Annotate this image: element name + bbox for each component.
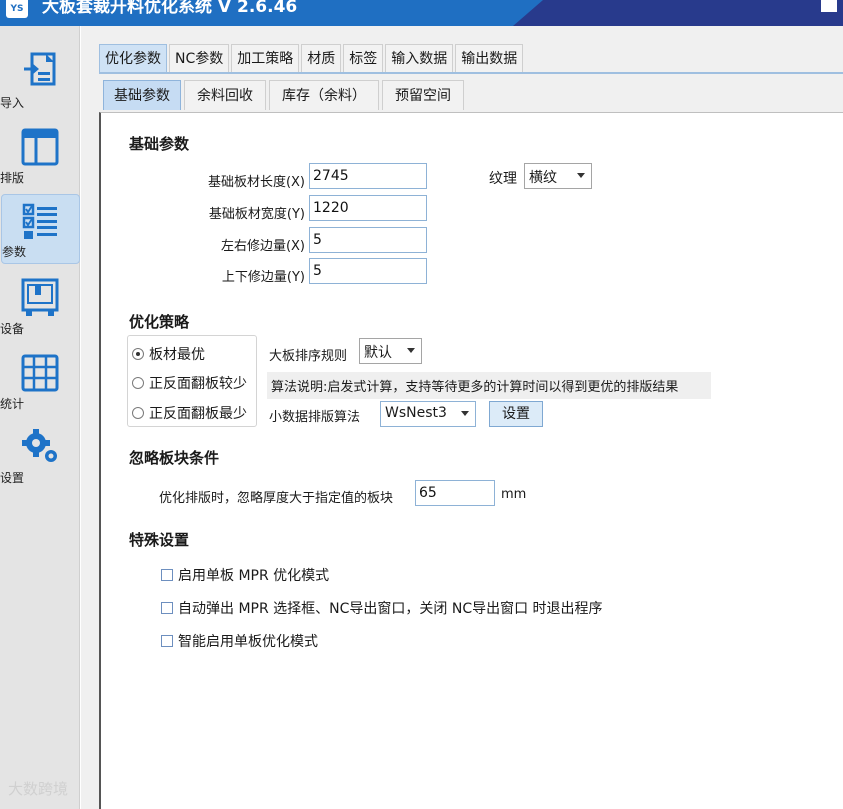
ignore-thickness-label: 优化排版时，忽略厚度大于指定值的板块 <box>159 491 394 506</box>
sidebar-item-settings[interactable]: 设置 <box>0 421 80 491</box>
tb-trim-label: 上下修边量(Y) <box>221 270 305 285</box>
sidebar-item-label: 设置 <box>0 471 25 485</box>
device-icon <box>21 278 59 316</box>
sidebar-item-stats[interactable]: 统计 <box>0 347 80 417</box>
sort-rule-label: 大板排序规则 <box>269 349 348 364</box>
main-panel: 优化参数 NC参数 加工策略 材质 标签 输入数据 输出数据 基础参数 余料回收… <box>81 26 843 809</box>
sidebar-item-label: 排版 <box>0 171 25 185</box>
chevron-down-icon <box>577 173 585 178</box>
strategy-options-group: 板材最优 正反面翻板较少 正反面翻板最少 <box>127 335 257 427</box>
algo-settings-button[interactable]: 设置 <box>489 401 543 427</box>
watermark: 大数跨境 <box>8 780 69 798</box>
params-icon <box>22 203 57 239</box>
tabs-divider <box>99 72 843 74</box>
length-label: 基础板材长度(X) <box>207 175 305 190</box>
subtab-inventory[interactable]: 库存（余料） <box>269 80 379 110</box>
title-bar: YS 大板套裁开料优化系统 V 2.6.46 <box>0 0 843 26</box>
texture-select-value: 横纹 <box>529 170 557 186</box>
sort-rule-select-value: 默认 <box>364 345 392 361</box>
strategy-option-board-optimal[interactable]: 板材最优 <box>132 344 205 364</box>
lr-trim-label: 左右修边量(X) <box>220 239 305 254</box>
sidebar-item-layout[interactable]: 排版 <box>0 121 80 191</box>
title-bar-band <box>513 0 843 26</box>
app-logo-icon: YS <box>6 0 28 18</box>
ignore-thickness-input[interactable] <box>415 480 495 506</box>
sidebar-item-device[interactable]: 设备 <box>0 272 80 342</box>
tab-input-data[interactable]: 输入数据 <box>385 44 454 72</box>
lr-trim-input[interactable] <box>309 227 427 253</box>
tab-output-data[interactable]: 输出数据 <box>455 44 524 72</box>
small-algo-select-value: WsNest3 <box>385 405 447 421</box>
ignore-unit: mm <box>501 487 527 502</box>
tab-label[interactable]: 标签 <box>343 44 384 72</box>
sidebar: 导入 排版 参数 设备 统计 设置 <box>0 26 80 809</box>
tb-trim-input[interactable] <box>309 258 427 284</box>
section-title-basic: 基础参数 <box>129 135 190 153</box>
checkbox-icon <box>161 602 173 614</box>
sidebar-item-label: 参数 <box>2 245 27 259</box>
section-title-special: 特殊设置 <box>129 531 190 549</box>
algorithm-note: 算法说明:启发式计算，支持等待更多的计算时间以得到更优的排版结果 <box>267 372 711 399</box>
main-tabs: 优化参数 NC参数 加工策略 材质 标签 输入数据 输出数据 <box>99 44 525 72</box>
section-title-ignore: 忽略板块条件 <box>129 449 220 467</box>
app-title: 大板套裁开料优化系统 V 2.6.46 <box>42 0 298 17</box>
subtab-basic-params[interactable]: 基础参数 <box>103 80 181 110</box>
sidebar-item-label: 统计 <box>0 397 25 411</box>
subtab-remnant-recovery[interactable]: 余料回收 <box>184 80 266 110</box>
checkbox-icon <box>161 569 173 581</box>
radio-icon <box>132 377 144 389</box>
layout-icon <box>21 128 59 166</box>
radio-selected-icon <box>132 348 144 360</box>
sub-tabs: 基础参数 余料回收 库存（余料） 预留空间 <box>103 80 467 110</box>
texture-label: 纹理 <box>489 171 517 187</box>
small-algo-label: 小数据排版算法 <box>269 410 361 425</box>
tab-optimize-params[interactable]: 优化参数 <box>99 44 167 72</box>
strategy-option-fewest-flips[interactable]: 正反面翻板最少 <box>132 403 247 423</box>
checkbox-auto-popup[interactable]: 自动弹出 MPR 选择框、NC导出窗口，关闭 NC导出窗口 时退出程序 <box>161 598 603 618</box>
sidebar-item-params[interactable]: 参数 <box>1 194 80 264</box>
params-content: 基础参数 基础板材长度(X) 基础板材宽度(Y) 左右修边量(X) 上下修边量(… <box>99 112 843 809</box>
radio-icon <box>132 407 144 419</box>
import-icon <box>24 52 56 86</box>
subtab-reserved-space[interactable]: 预留空间 <box>382 80 464 110</box>
section-title-strategy: 优化策略 <box>129 313 190 331</box>
strategy-option-fewer-flips[interactable]: 正反面翻板较少 <box>132 373 247 393</box>
settings-icon <box>22 429 57 462</box>
checkbox-single-mpr[interactable]: 启用单板 MPR 优化模式 <box>161 565 329 585</box>
checkbox-smart-single[interactable]: 智能启用单板优化模式 <box>161 631 318 651</box>
length-input[interactable] <box>309 163 427 189</box>
tab-nc-params[interactable]: NC参数 <box>169 44 230 72</box>
chevron-down-icon <box>461 411 469 416</box>
checkbox-icon <box>161 635 173 647</box>
texture-select[interactable]: 横纹 <box>524 163 592 189</box>
sort-rule-select[interactable]: 默认 <box>359 338 422 364</box>
tab-machining-strategy[interactable]: 加工策略 <box>231 44 300 72</box>
tab-material[interactable]: 材质 <box>301 44 342 72</box>
title-bar-slant <box>513 0 543 26</box>
small-algo-select[interactable]: WsNest3 <box>380 401 476 427</box>
stats-icon <box>21 354 59 392</box>
chevron-down-icon <box>407 348 415 353</box>
sidebar-item-label: 导入 <box>0 96 25 110</box>
width-label: 基础板材宽度(Y) <box>208 207 305 222</box>
width-input[interactable] <box>309 195 427 221</box>
sidebar-item-label: 设备 <box>0 322 25 336</box>
window-control-icon[interactable] <box>821 0 837 12</box>
sidebar-item-import[interactable]: 导入 <box>0 46 80 116</box>
